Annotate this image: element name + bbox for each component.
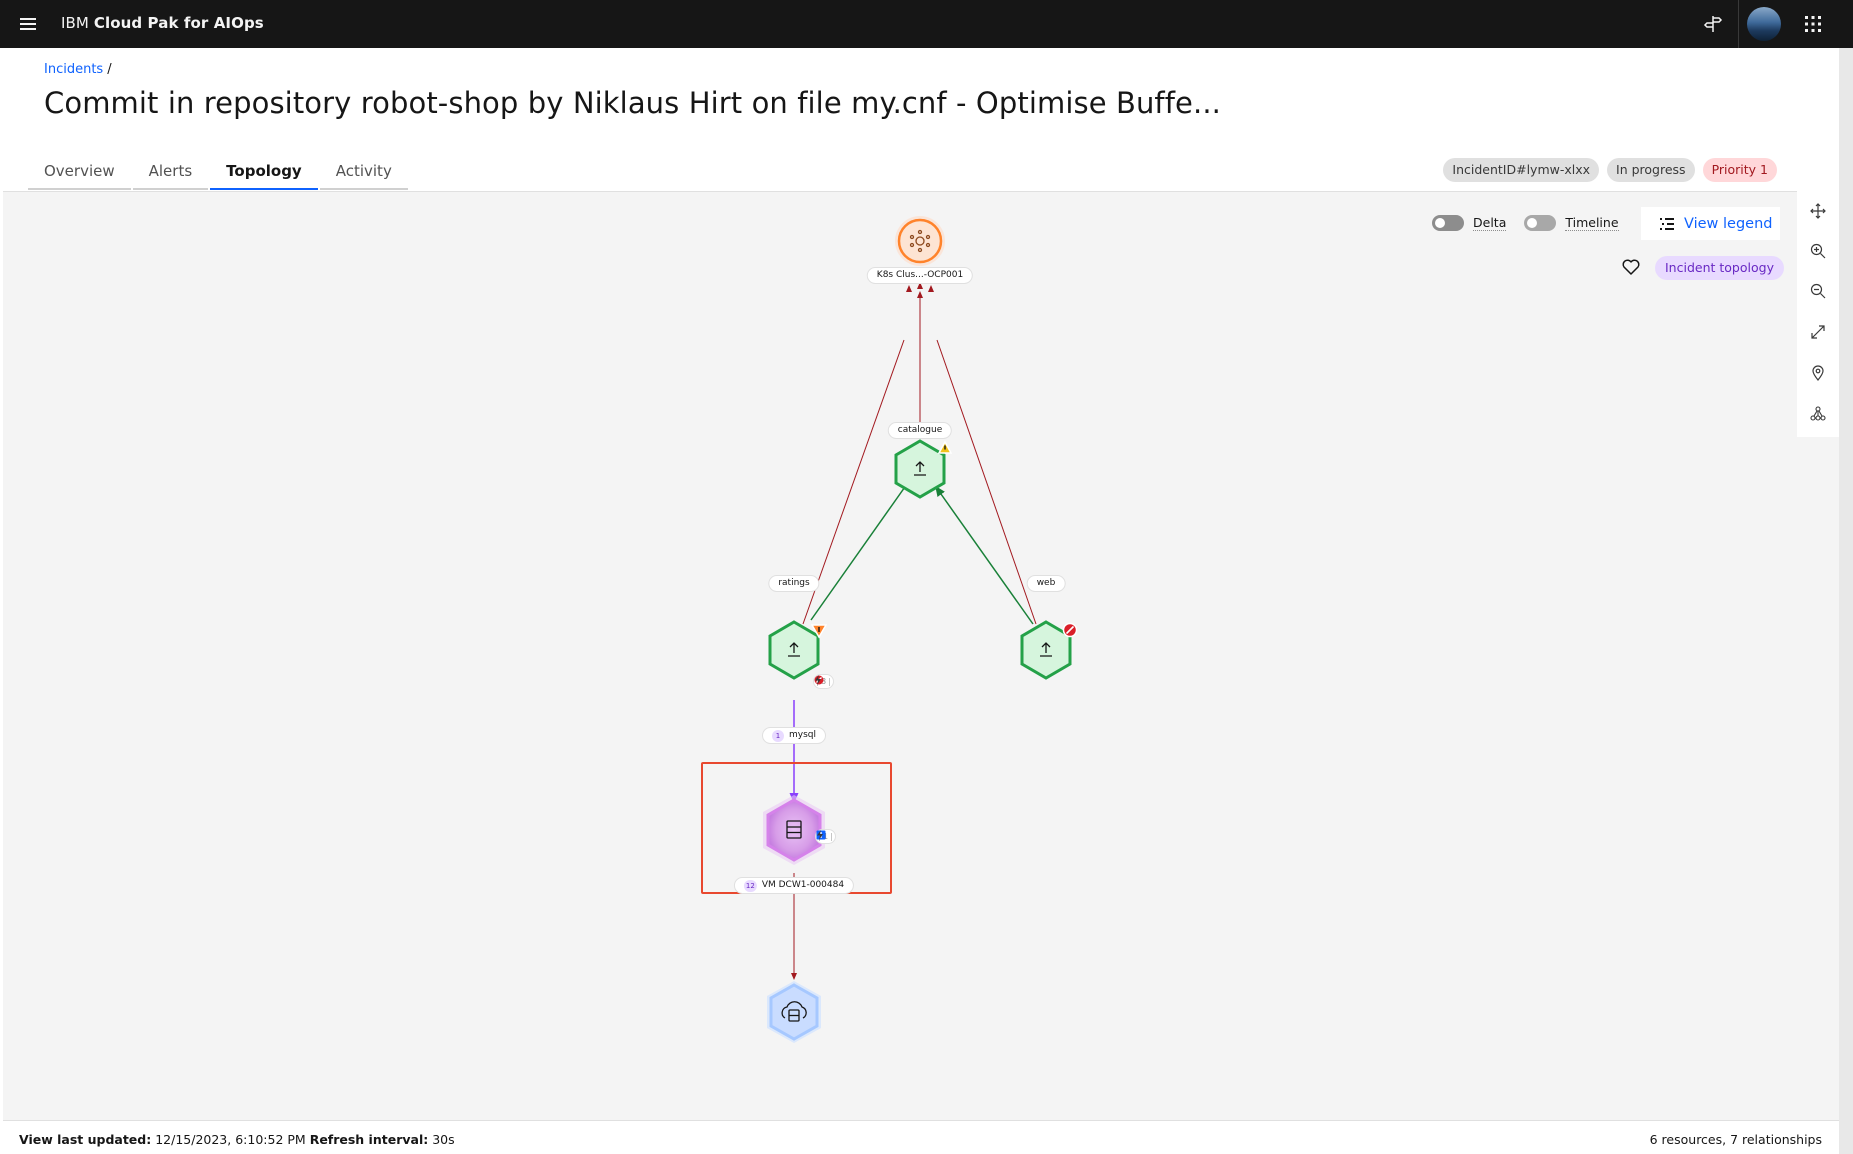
node-label-vm[interactable]: 12 VM DCW1-000484 [733, 877, 855, 894]
last-updated-label: View last updated: [19, 1132, 152, 1147]
page-title: Commit in repository robot-shop by Nikla… [44, 86, 1221, 120]
tab-topology[interactable]: Topology [210, 150, 318, 190]
timeline-switch[interactable] [1524, 215, 1557, 231]
favorite-icon[interactable] [1620, 256, 1642, 278]
user-avatar[interactable] [1740, 0, 1788, 48]
breadcrumb: Incidents / [44, 62, 112, 77]
lightning-icon [817, 830, 823, 840]
node-label-text: VM DCW1-000484 [761, 880, 845, 890]
node-vm[interactable] [767, 981, 821, 1043]
header-divider [1738, 0, 1739, 48]
location-icon[interactable] [1806, 361, 1830, 385]
warning-icon [937, 440, 953, 454]
view-legend-label: View legend [1684, 215, 1773, 232]
resource-count-badge: 12 [743, 879, 757, 892]
priority-tag: Priority 1 [1702, 158, 1777, 182]
top-header: IBM Cloud Pak for AIOps [0, 0, 1853, 48]
mysql-alert-pill[interactable]: 8 [813, 674, 835, 689]
menu-icon[interactable] [16, 12, 40, 36]
topology-canvas[interactable]: K8s Clus...-OCP001 catalogue ratings web… [3, 191, 1839, 1120]
view-toggles: Delta Timeline [1432, 213, 1619, 233]
edge-web-catalogue[interactable] [935, 485, 1034, 625]
list-icon [1660, 217, 1674, 230]
timeline-toggle[interactable]: Timeline [1524, 215, 1619, 231]
incident-topology-tag[interactable]: Incident topology [1655, 256, 1784, 280]
timeline-label: Timeline [1565, 215, 1619, 231]
topology-layout-icon[interactable] [1806, 402, 1830, 426]
brand-prefix: IBM [61, 14, 89, 32]
tab-alerts[interactable]: Alerts [132, 150, 209, 190]
fit-to-screen-icon[interactable] [1806, 320, 1830, 344]
breadcrumb-incidents-link[interactable]: Incidents [44, 62, 103, 77]
zoom-out-icon[interactable] [1806, 279, 1830, 303]
tab-overview[interactable]: Overview [28, 150, 131, 190]
node-k8s-cluster[interactable] [895, 216, 945, 266]
footer-update-info: View last updated: 12/15/2023, 6:10:52 P… [19, 1132, 455, 1147]
product-name[interactable]: IBM Cloud Pak for AIOps [61, 14, 264, 32]
delta-label: Delta [1473, 215, 1507, 231]
move-icon[interactable] [1806, 199, 1830, 223]
delta-switch[interactable] [1432, 215, 1464, 231]
breadcrumb-separator: / [107, 62, 112, 77]
page-scrollbar[interactable] [1839, 48, 1853, 1154]
incident-tags: IncidentID#lymw-xlxx In progress Priorit… [1443, 158, 1777, 182]
resource-summary: 6 resources, 7 relationships [1649, 1132, 1822, 1147]
node-ratings[interactable] [768, 620, 828, 680]
status-footer: View last updated: 12/15/2023, 6:10:52 P… [3, 1120, 1839, 1154]
vm-alert-pill[interactable]: 1 [815, 829, 837, 844]
refresh-interval-label: Refresh interval: [309, 1132, 429, 1147]
incident-tabs: Overview Alerts Topology Activity [28, 150, 410, 190]
node-label-text: mysql [789, 730, 816, 740]
node-web[interactable] [1020, 620, 1078, 680]
selected-node-highlight [701, 762, 892, 894]
signpost-icon[interactable] [1689, 0, 1737, 48]
brand-product: Cloud Pak for AIOps [93, 14, 264, 32]
node-catalogue[interactable] [894, 439, 953, 499]
node-label-k8s[interactable]: K8s Clus...-OCP001 [866, 267, 974, 284]
node-label-mysql[interactable]: 1 mysql [762, 727, 826, 744]
canvas-toolbar [1797, 191, 1839, 437]
app-window: IBM Cloud Pak for AIOps Incidents / Commi… [0, 0, 1853, 1154]
tab-activity[interactable]: Activity [319, 150, 408, 190]
status-tag: In progress [1607, 158, 1695, 182]
resource-count-badge: 1 [772, 729, 784, 742]
lightning-icon [815, 675, 821, 685]
zoom-in-icon[interactable] [1806, 239, 1830, 263]
edge-catalogue-ratings[interactable] [810, 483, 908, 621]
delta-toggle[interactable]: Delta [1432, 215, 1507, 231]
node-label-catalogue[interactable]: catalogue [887, 422, 953, 439]
edge-web-k8s[interactable] [936, 339, 1037, 625]
incident-id-tag: IncidentID#lymw-xlxx [1443, 158, 1600, 182]
topology-graph[interactable] [3, 192, 1839, 1121]
view-legend-button[interactable]: View legend [1641, 207, 1780, 240]
refresh-interval-value: 30s [432, 1132, 455, 1147]
app-switcher-icon[interactable] [1789, 0, 1837, 48]
node-label-ratings[interactable]: ratings [768, 575, 820, 592]
critical-icon [1062, 622, 1078, 638]
last-updated-value: 12/15/2023, 6:10:52 PM [155, 1132, 306, 1147]
node-label-web[interactable]: web [1026, 575, 1066, 592]
